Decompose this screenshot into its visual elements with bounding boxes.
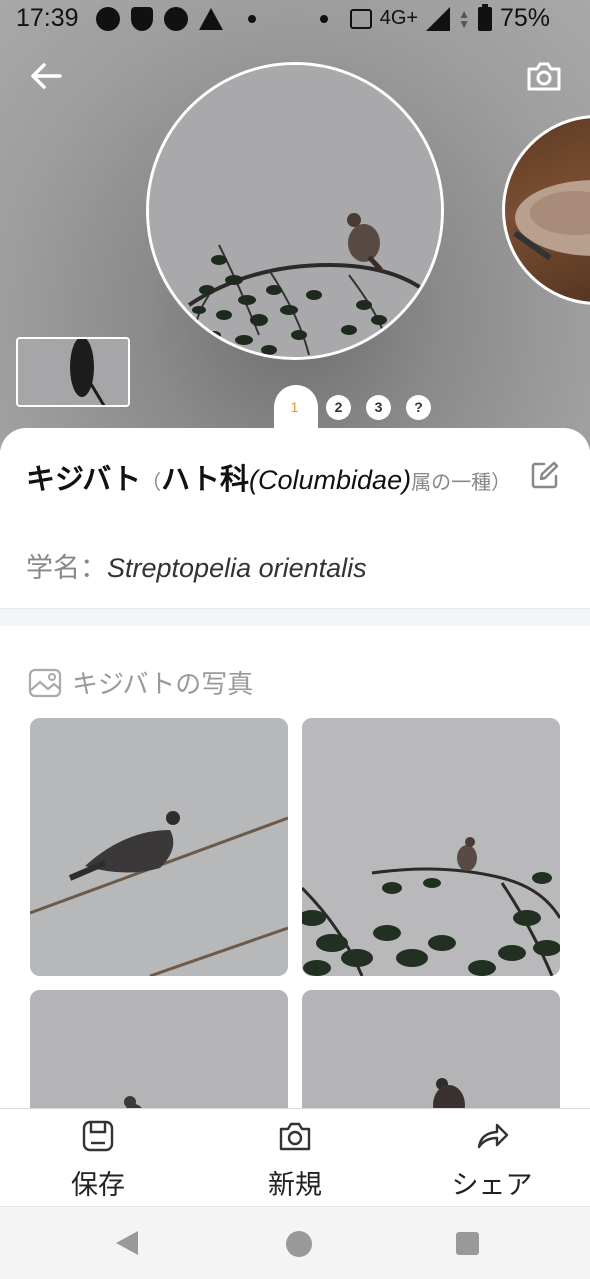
camera-icon [279, 1122, 311, 1151]
species-photo-1[interactable] [30, 718, 288, 976]
species-hero: 17:39 4G+ ▲ ▼ 75% 1 2 3 ? [0, 0, 590, 450]
pager-item-3[interactable]: 3 [366, 395, 391, 420]
photos-section-header: キジバトの写真 [28, 664, 253, 701]
share-button[interactable]: シェア [394, 1109, 590, 1207]
genus-suffix: 属の一種） [411, 470, 512, 494]
paren-open: （ [141, 470, 162, 494]
share-label: シェア [451, 1170, 533, 1201]
family-name: ハト科 [161, 462, 250, 496]
data-arrows-icon: ▲ ▼ [458, 6, 470, 31]
facebook-icon [96, 7, 120, 31]
next-photo-circle[interactable] [502, 115, 590, 305]
status-time: 17:39 [16, 4, 79, 32]
save-icon [82, 1120, 114, 1152]
edit-button[interactable] [530, 460, 560, 490]
back-button[interactable] [26, 56, 66, 96]
pager-item-1[interactable]: 1 [282, 395, 307, 420]
photo-gallery-icon [28, 668, 62, 697]
scientific-name: Streptopelia orientalis [107, 553, 367, 583]
new-button[interactable]: 新規 [197, 1109, 393, 1207]
save-button[interactable]: 保存 [0, 1109, 196, 1207]
scientific-name-line: 学名：Streptopelia orientalis [26, 546, 367, 585]
battery-percent: 75% [499, 4, 550, 32]
nav-recents-icon[interactable] [456, 1232, 479, 1255]
scientific-label: 学名： [26, 553, 107, 584]
warning-icon [199, 8, 223, 30]
section-divider [0, 608, 590, 626]
person-add-icon [131, 7, 153, 31]
notification-dot-icon [319, 14, 328, 23]
nav-back-icon[interactable] [116, 1231, 138, 1255]
system-navigation-bar [0, 1206, 590, 1279]
bottom-action-bar: 保存 新規 シェア [0, 1108, 590, 1206]
running-icon [164, 7, 188, 31]
family-latin: (Columbidae) [249, 465, 412, 495]
new-label: 新規 [268, 1170, 322, 1201]
species-card: キジバト（ハト科(Columbidae)属の一種） 学名：Streptopeli… [0, 428, 590, 1248]
dove-on-branch-image [149, 65, 441, 357]
share-arrow-icon [477, 1123, 509, 1149]
arrow-left-icon [31, 63, 62, 89]
photo-thumbnail[interactable] [16, 337, 130, 407]
vibrate-icon [349, 8, 372, 29]
save-label: 保存 [71, 1170, 125, 1201]
species-photo-2[interactable] [302, 718, 560, 976]
camera-button[interactable] [524, 56, 564, 96]
notification-dot-icon [248, 15, 256, 23]
camera-icon [527, 62, 561, 91]
main-photo-circle[interactable] [146, 62, 444, 360]
network-type: 4G+ [379, 7, 419, 29]
species-title: キジバト（ハト科(Columbidae)属の一種） [26, 458, 516, 503]
nav-home-icon[interactable] [286, 1231, 312, 1257]
pager-item-unknown[interactable]: ? [406, 395, 431, 420]
photos-heading: キジバトの写真 [72, 670, 254, 700]
edit-icon [531, 461, 559, 489]
status-bar: 17:39 4G+ ▲ ▼ 75% [0, 0, 590, 40]
species-name: キジバト [26, 462, 142, 496]
pager-item-2[interactable]: 2 [326, 395, 351, 420]
photo-pager: 1 2 3 ? [276, 395, 431, 420]
battery-icon [477, 3, 492, 31]
signal-icon [426, 6, 451, 31]
